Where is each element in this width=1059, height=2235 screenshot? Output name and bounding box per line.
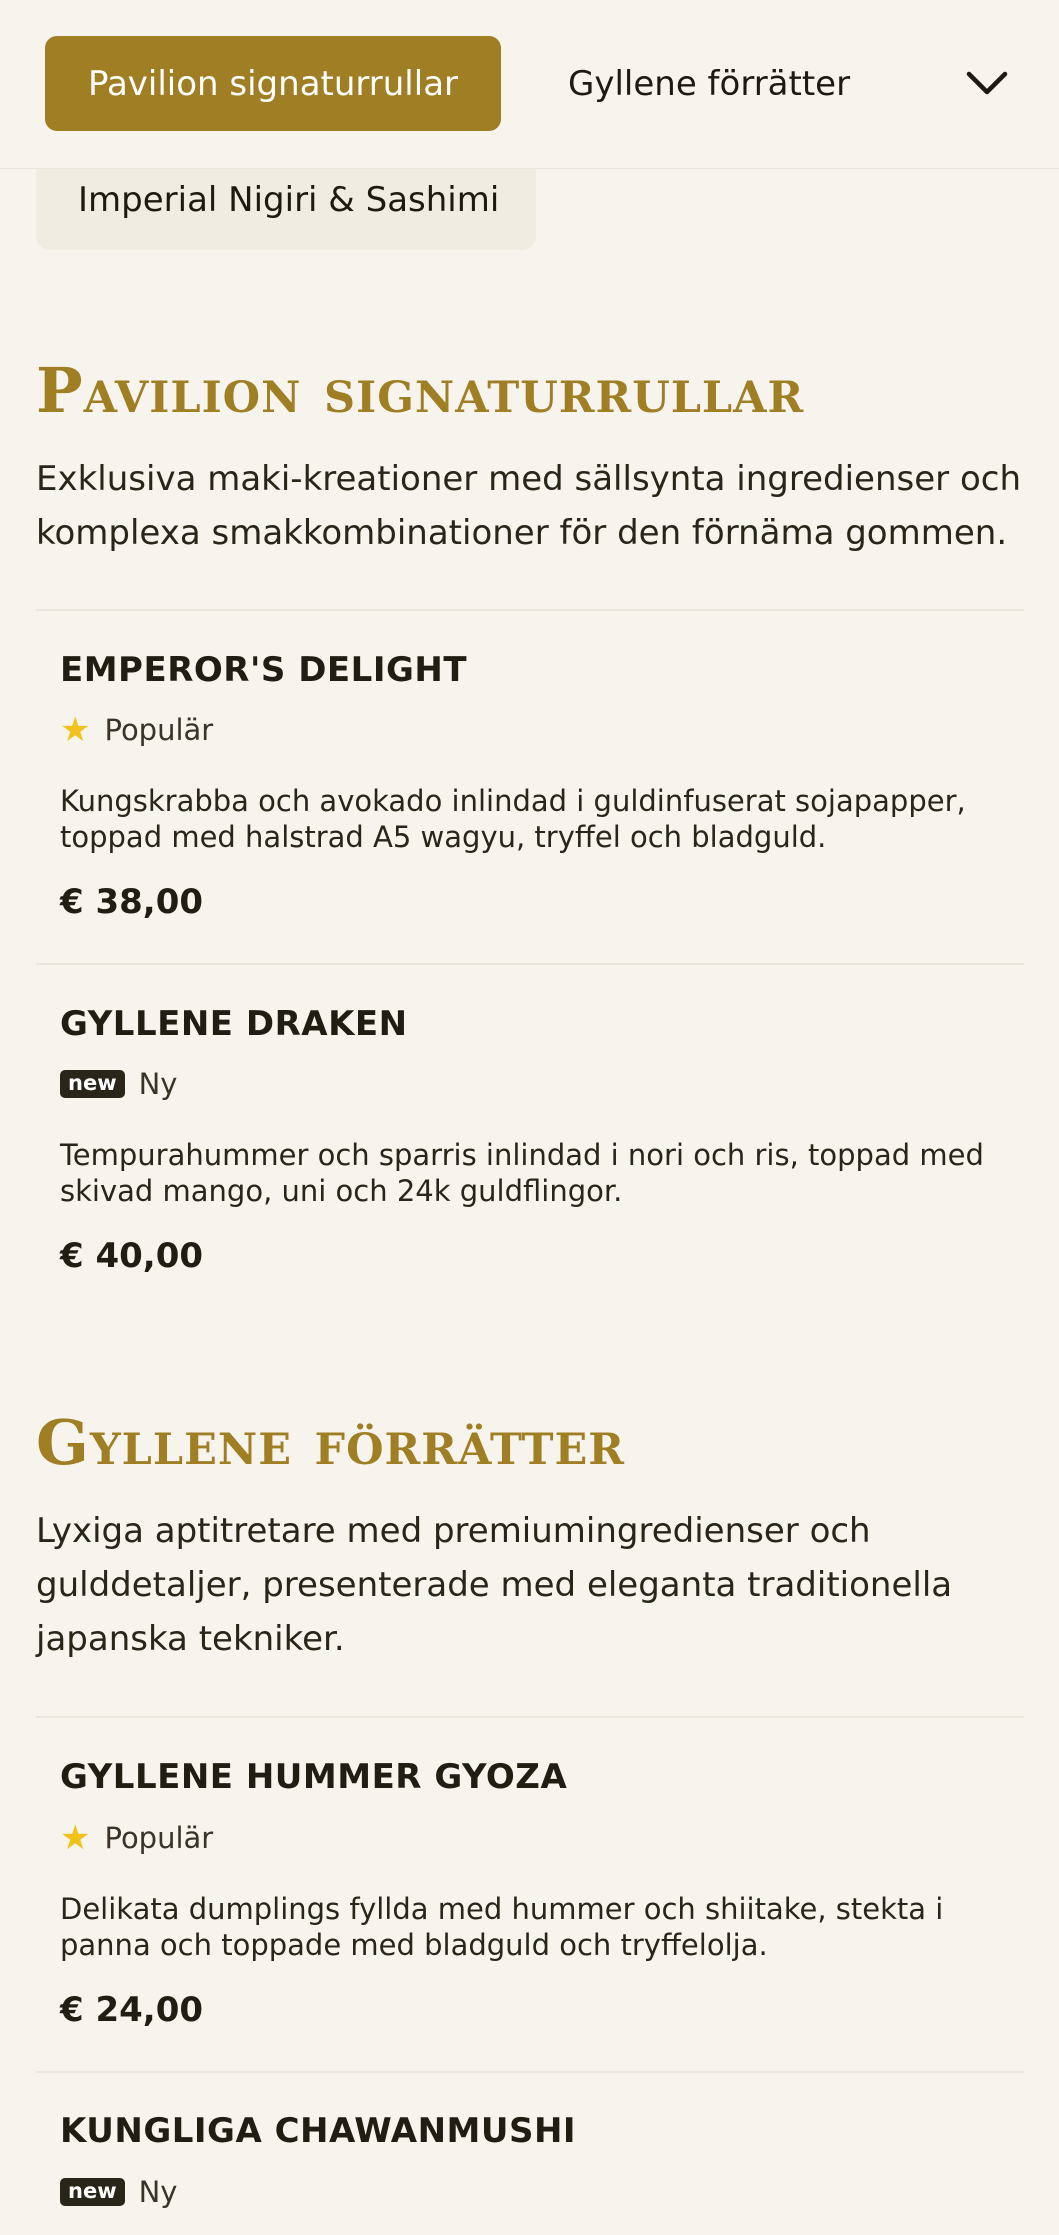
divider [36,1716,1024,1718]
chevron-down-icon[interactable] [962,58,1012,108]
badge-popular: ★ Populär [60,710,213,750]
tab-pavilion-signaturrullar[interactable]: Pavilion signaturrullar [45,36,501,131]
new-icon: new [60,1070,125,1098]
item-price: € 40,00 [60,1236,204,1276]
item-price: € 38,00 [60,882,204,922]
item-description: Tempurahummer och sparris inlindad i nor… [60,1138,984,1208]
badge-label: Populär [104,713,214,747]
item-name: KUNGLIGA CHAWANMUSHI [60,2111,577,2151]
item-name: GYLLENE DRAKEN [60,1004,408,1044]
badge-popular: ★ Populär [60,1818,213,1858]
star-icon: ★ [60,1818,91,1858]
section-title: Pavilion signaturrullar [36,354,805,427]
badge-label: Populär [104,1821,214,1855]
item-description: Kungskrabba och avokado inlindad i guldi… [60,784,966,854]
section-title: Gyllene förrätter [36,1406,625,1479]
badge-label: Ny [138,2175,178,2209]
chevron-down-icon-glyph [966,71,1008,95]
item-description: Delikata dumplings fyllda med hummer och… [60,1892,944,1962]
badge-label: Ny [138,1067,178,1101]
item-name: GYLLENE HUMMER GYOZA [60,1757,568,1797]
divider [36,963,1024,965]
star-icon: ★ [60,710,91,750]
badge-new: new Ny [60,1064,177,1104]
divider [36,2071,1024,2073]
item-name: EMPEROR'S DELIGHT [60,650,468,690]
badge-new: new Ny [60,2172,177,2212]
category-nav: Pavilion signaturrullar Gyllene förrätte… [0,0,1059,169]
tab-gyllene-forratter[interactable]: Gyllene förrätter [568,36,850,131]
divider [36,609,1024,611]
section-description: Exklusiva maki-kreationer med sällsynta … [36,459,1021,553]
item-price: € 24,00 [60,1990,204,2030]
new-icon: new [60,2178,125,2206]
section-description: Lyxiga aptitretare med premiumingrediens… [36,1511,953,1659]
